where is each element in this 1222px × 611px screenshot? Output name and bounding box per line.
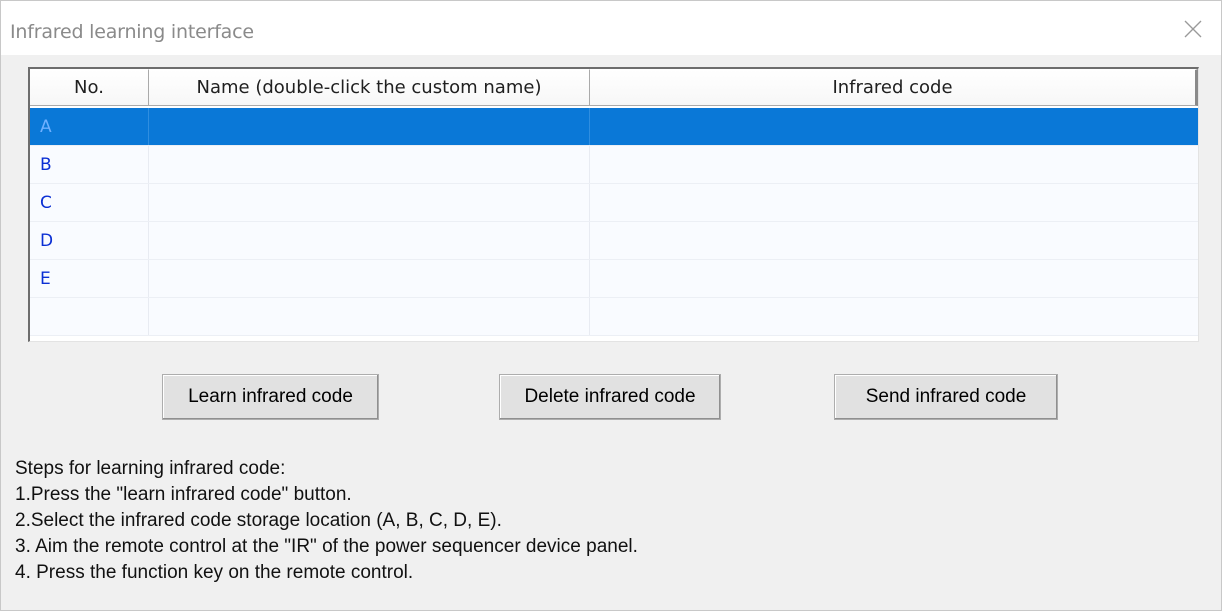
list-rows: A B C D E bbox=[30, 108, 1198, 336]
close-icon bbox=[1184, 20, 1202, 38]
row-name-cell[interactable] bbox=[149, 108, 590, 145]
table-row-a[interactable]: A bbox=[30, 108, 1198, 146]
row-name-cell[interactable] bbox=[149, 260, 590, 297]
table-row-b[interactable]: B bbox=[30, 146, 1198, 184]
row-code-cell bbox=[590, 184, 1198, 221]
row-name-cell[interactable] bbox=[149, 184, 590, 221]
row-name-cell[interactable] bbox=[149, 146, 590, 183]
row-name-cell bbox=[149, 298, 590, 335]
window-title: Infrared learning interface bbox=[10, 21, 254, 43]
step-line-4: 4. Press the function key on the remote … bbox=[15, 562, 414, 583]
row-no-cell: D bbox=[30, 222, 149, 259]
close-button[interactable] bbox=[1179, 15, 1207, 43]
row-code-cell bbox=[590, 260, 1198, 297]
delete-infrared-code-button[interactable]: Delete infrared code bbox=[499, 374, 721, 420]
column-header-infrared-code[interactable]: Infrared code bbox=[590, 69, 1198, 106]
row-no-cell bbox=[30, 298, 149, 335]
table-row-empty bbox=[30, 298, 1198, 336]
learning-steps-instructions: Steps for learning infrared code: 1.Pres… bbox=[15, 456, 638, 586]
row-no-cell: E bbox=[30, 260, 149, 297]
send-infrared-code-button[interactable]: Send infrared code bbox=[834, 374, 1058, 420]
table-row-c[interactable]: C bbox=[30, 184, 1198, 222]
infrared-code-list[interactable]: No. Name (double-click the custom name) … bbox=[28, 67, 1199, 342]
row-code-cell bbox=[590, 146, 1198, 183]
row-name-cell[interactable] bbox=[149, 222, 590, 259]
step-line-2: 2.Select the infrared code storage locat… bbox=[15, 510, 502, 531]
column-header-name[interactable]: Name (double-click the custom name) bbox=[149, 69, 590, 106]
learn-infrared-code-button[interactable]: Learn infrared code bbox=[162, 374, 379, 420]
step-line-1: 1.Press the "learn infrared code" button… bbox=[15, 484, 352, 505]
table-row-e[interactable]: E bbox=[30, 260, 1198, 298]
list-header: No. Name (double-click the custom name) … bbox=[30, 69, 1198, 106]
title-bar: Infrared learning interface bbox=[1, 1, 1221, 55]
row-code-cell bbox=[590, 222, 1198, 259]
row-no-cell: C bbox=[30, 184, 149, 221]
row-no-cell: A bbox=[30, 108, 149, 145]
table-row-d[interactable]: D bbox=[30, 222, 1198, 260]
infrared-learning-window: Infrared learning interface No. Name (do… bbox=[0, 0, 1222, 611]
step-line-3: 3. Aim the remote control at the "IR" of… bbox=[15, 536, 638, 557]
steps-heading: Steps for learning infrared code: bbox=[15, 458, 286, 479]
row-code-cell bbox=[590, 108, 1198, 145]
row-code-cell bbox=[590, 298, 1198, 335]
column-header-no[interactable]: No. bbox=[30, 69, 149, 106]
row-no-cell: B bbox=[30, 146, 149, 183]
